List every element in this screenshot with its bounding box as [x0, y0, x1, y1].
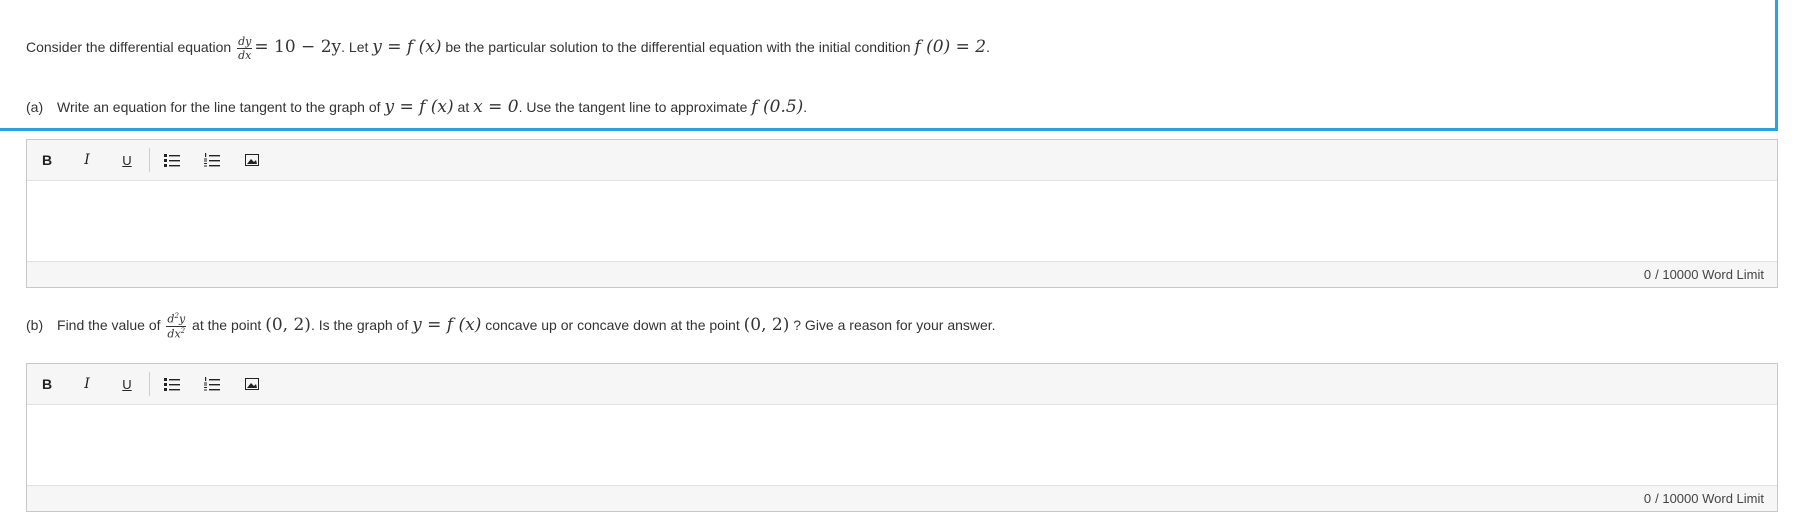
y-equals-f-of-x: y = f (x) — [384, 97, 454, 117]
part-b-text-3: . Is the graph of — [310, 316, 409, 333]
numbered-list-icon[interactable] — [199, 372, 225, 396]
y-equals-f-of-x: y = f (x) — [372, 37, 442, 58]
italic-icon[interactable]: I — [74, 372, 100, 396]
point-0-2: (0, 2) — [265, 314, 311, 335]
toolbar-divider — [149, 148, 150, 172]
bold-icon[interactable]: B — [34, 148, 60, 172]
part-a-text-3: . Use the tangent line to approximate — [518, 99, 748, 115]
part-a-text-4: . — [803, 99, 808, 115]
dx-symbol: dx — [167, 327, 181, 341]
answer-text-area[interactable] — [27, 181, 1777, 261]
editor-toolbar: B I U — [27, 364, 1777, 405]
insert-image-icon[interactable] — [239, 372, 265, 396]
intro-text-1: Consider the differential equation — [26, 39, 232, 56]
fraction-numerator: d2y — [166, 312, 187, 327]
intro-text-3: be the particular solution to the differ… — [445, 39, 911, 56]
numbered-list-icon[interactable] — [199, 148, 225, 172]
y-symbol: y — [178, 312, 186, 326]
equation-rhs: = 10 − 2y — [254, 37, 342, 58]
underline-icon[interactable]: U — [114, 148, 140, 172]
part-a-text-1: Write an equation for the line tangent t… — [57, 99, 381, 115]
part-b-text-5: ? Give a reason for your answer. — [793, 316, 996, 333]
bulleted-list-icon[interactable] — [159, 148, 185, 172]
answer-editor-b: B I U 0 / 10000 Word Limit — [26, 363, 1778, 512]
point-0-2: (0, 2) — [743, 314, 790, 335]
answer-text-area[interactable] — [27, 405, 1777, 485]
dy-dx-fraction: dy dx — [237, 35, 253, 62]
part-b-label: (b) — [26, 316, 44, 333]
toolbar-divider — [149, 372, 150, 396]
y-equals-f-of-x: y = f (x) — [412, 314, 482, 335]
part-b-text-2: at the point — [192, 316, 262, 333]
part-b-text-1: Find the value of — [57, 316, 161, 333]
fraction-denominator: dx — [238, 49, 252, 62]
intro-text-4: . — [986, 39, 990, 56]
f-of-half: f (0.5) — [751, 97, 804, 117]
bold-icon[interactable]: B — [34, 372, 60, 396]
part-a-prompt: (a) Write an equation for the line tange… — [26, 97, 807, 117]
fraction-denominator: dx2 — [166, 326, 186, 341]
answer-editor-a: B I U 0 / 10000 Word Limit — [26, 139, 1778, 288]
fraction-numerator: dy — [237, 35, 253, 49]
bulleted-list-icon[interactable] — [159, 372, 185, 396]
question-intro: Consider the differential equation dy dx… — [26, 36, 990, 61]
part-b-text-4: concave up or concave down at the point — [485, 316, 740, 333]
part-b-prompt: (b) Find the value of d2y dx2 at the poi… — [26, 312, 996, 341]
word-count: 0 — [1643, 267, 1652, 282]
word-limit-label: / 10000 Word Limit — [1655, 491, 1764, 506]
word-count: 0 — [1643, 491, 1652, 506]
italic-icon[interactable]: I — [74, 148, 100, 172]
word-limit-footer: 0 / 10000 Word Limit — [27, 485, 1777, 511]
part-a-label: (a) — [26, 99, 44, 115]
word-limit-label: / 10000 Word Limit — [1655, 267, 1764, 282]
part-a-text-2: at — [457, 99, 470, 115]
x-equals-zero: x = 0 — [473, 97, 519, 117]
intro-text-2: . Let — [341, 39, 369, 56]
insert-image-icon[interactable] — [239, 148, 265, 172]
initial-condition: f (0) = 2 — [914, 37, 987, 58]
second-derivative-fraction: d2y dx2 — [166, 312, 187, 341]
editor-toolbar: B I U — [27, 140, 1777, 181]
word-limit-footer: 0 / 10000 Word Limit — [27, 261, 1777, 287]
exponent: 2 — [180, 326, 186, 335]
underline-icon[interactable]: U — [114, 372, 140, 396]
